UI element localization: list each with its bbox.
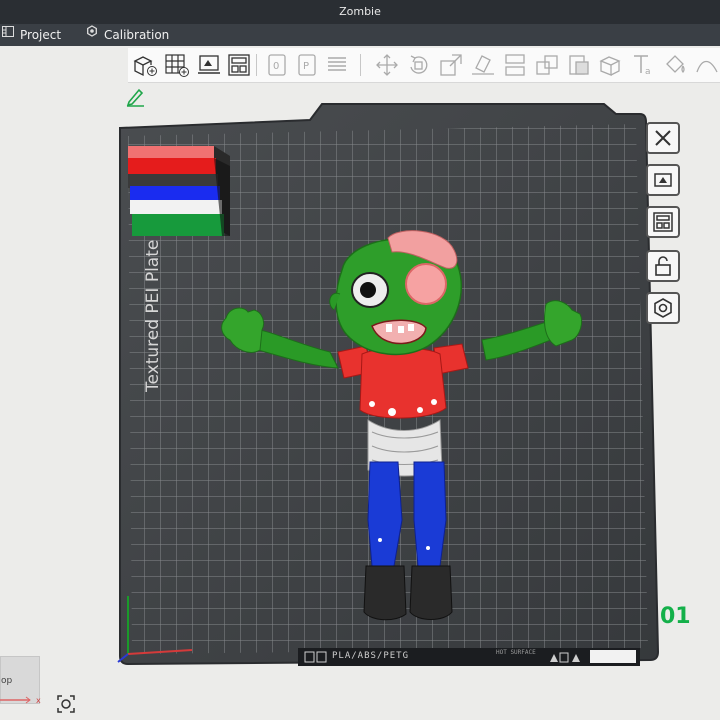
x-axis-arrow	[0, 696, 31, 704]
close-icon	[655, 130, 671, 146]
plate-type-label: Textured PEI Plate	[143, 240, 163, 393]
close-plate-button[interactable]	[646, 122, 680, 154]
plate-tab-white	[590, 650, 636, 663]
x-axis-label: x	[36, 696, 41, 705]
camera-fit-button[interactable]	[55, 693, 77, 715]
plate-settings-button[interactable]	[646, 292, 680, 324]
color-test-block	[128, 146, 230, 236]
view-cube-face: op	[1, 676, 13, 686]
arrange-icon	[653, 212, 673, 232]
auto-orient-icon	[654, 173, 672, 187]
unlock-icon	[655, 256, 671, 276]
hex-settings-icon	[654, 298, 672, 318]
plate-icon	[304, 651, 327, 663]
plate-info-bar: PLA/ABS/PETG HOT SURFACE	[298, 648, 640, 666]
camera-focus-icon	[57, 695, 75, 713]
plate-status-icon	[550, 652, 580, 663]
build-plate-viewport[interactable]: Textured PEI Plate	[0, 0, 720, 720]
arrange-button[interactable]	[646, 206, 680, 238]
lock-plate-button[interactable]	[646, 250, 680, 282]
hot-surface-warning: HOT SURFACE	[496, 649, 536, 656]
auto-orient-button[interactable]	[646, 164, 680, 196]
filament-type: PLA/ABS/PETG	[332, 651, 410, 661]
plate-number: 01	[660, 604, 691, 629]
